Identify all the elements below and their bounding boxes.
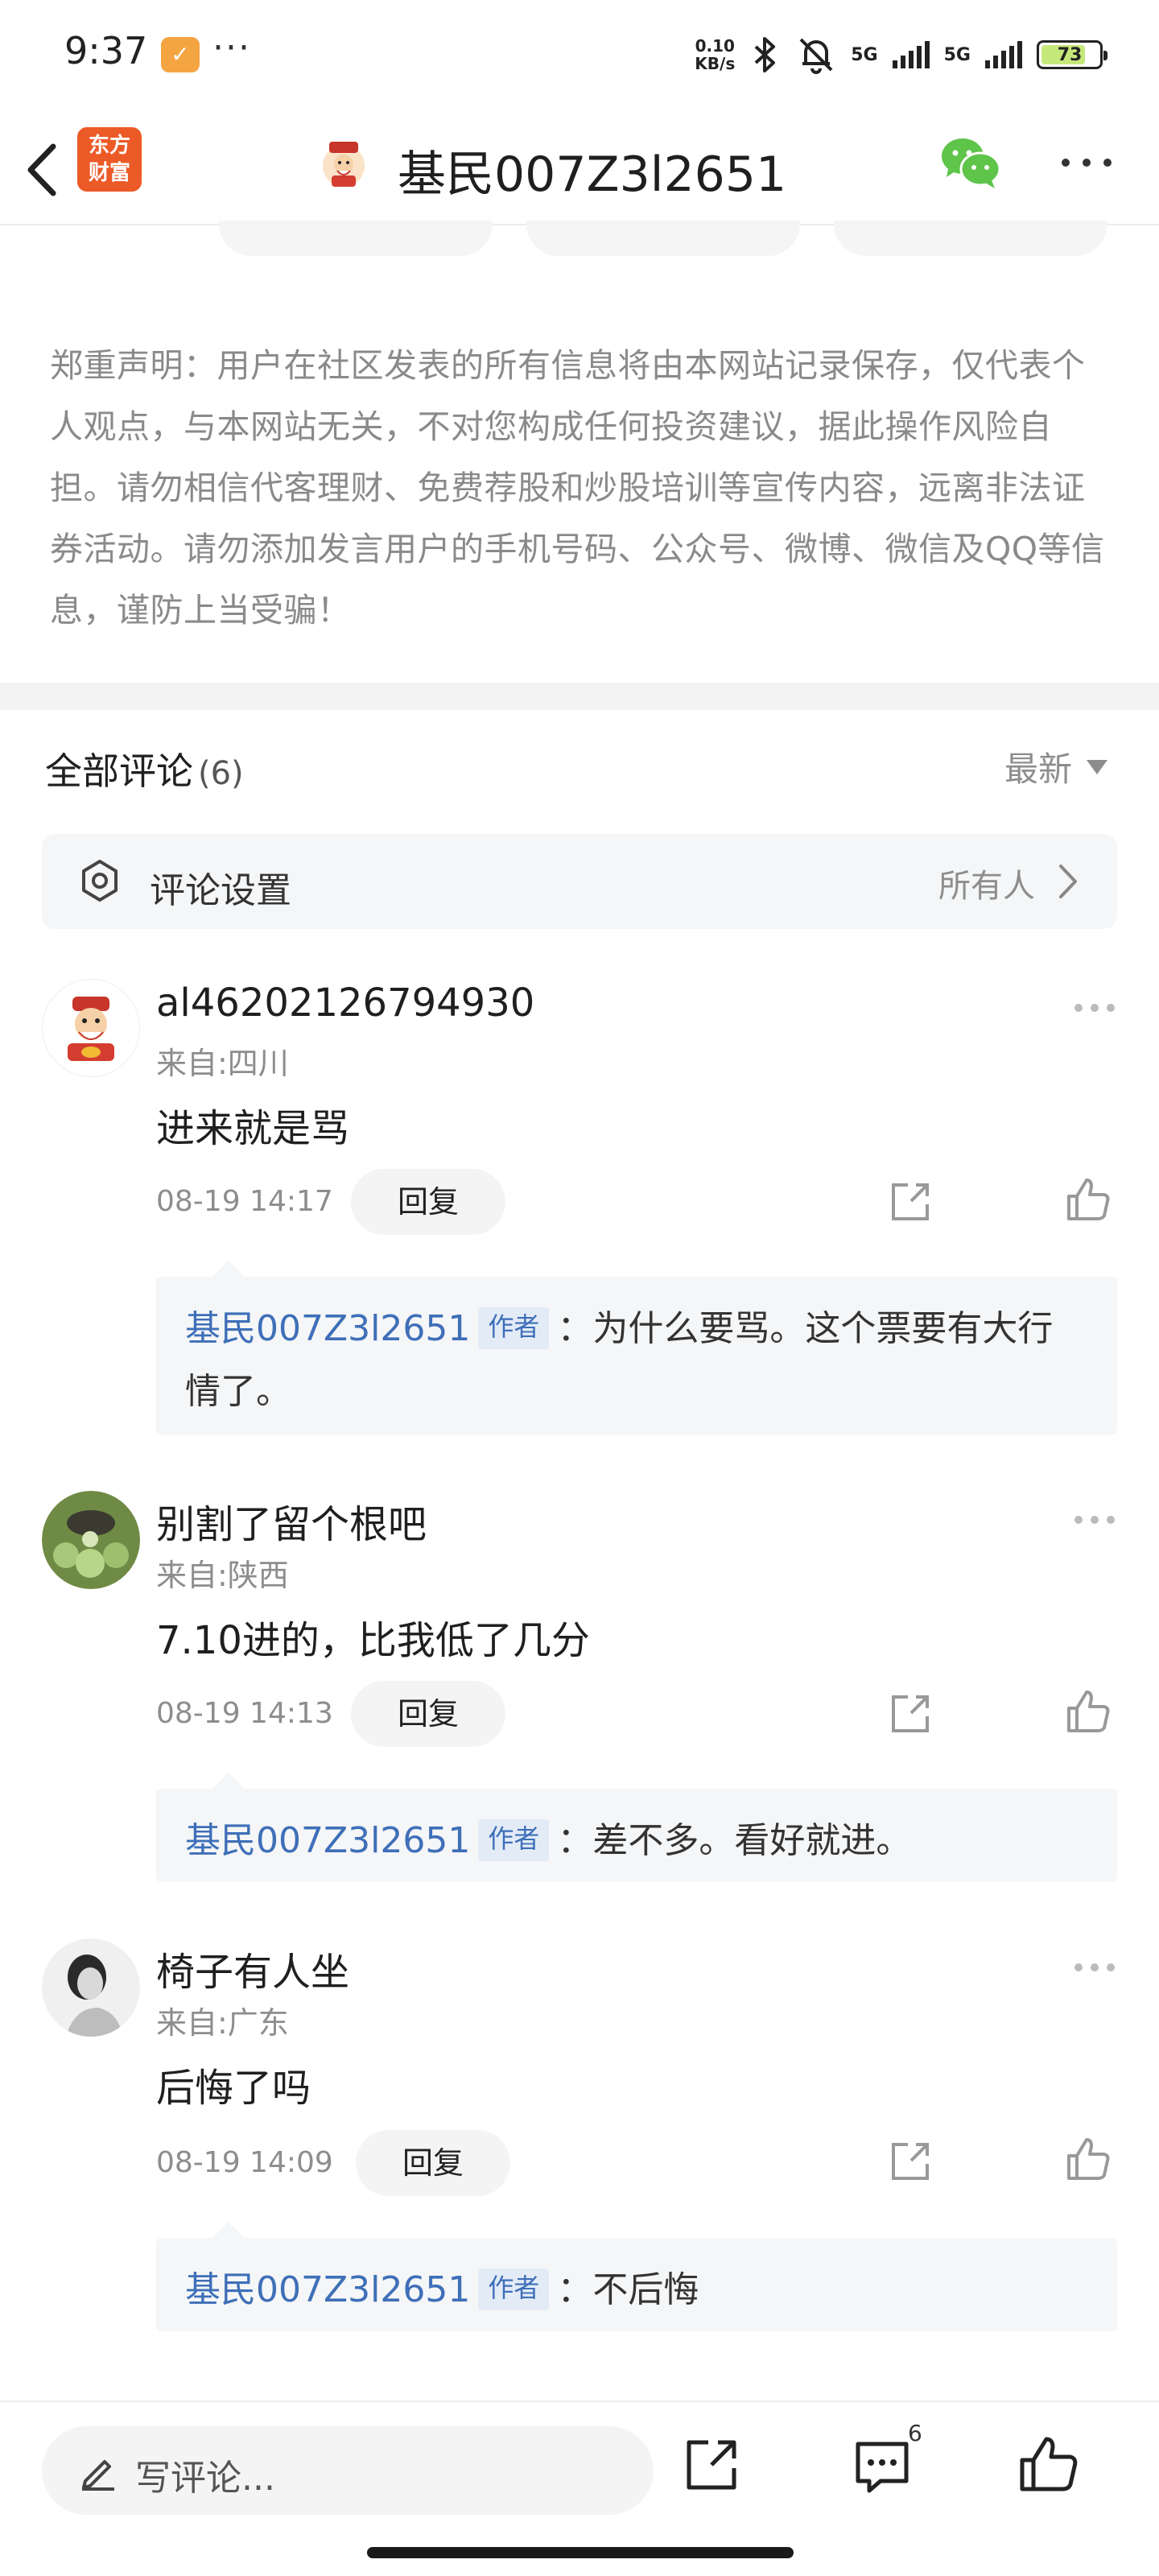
comment-timestamp: 08-19 14:13 [156,1697,333,1730]
comment-timestamp: 08-19 14:17 [156,1185,333,1218]
chevron-right-icon [1059,865,1077,898]
comment-text: 7.10进的，比我低了几分 [156,1618,590,1663]
comment-settings-bar[interactable]: 评论设置 所有人 [42,834,1117,929]
comment-text: 后悔了吗 [156,2066,311,2111]
comment-count-badge: 6 [908,2420,922,2446]
comment-location: 来自:广东 [156,2005,289,2041]
author-reply: 基民007Z3l2651 作者 ：为什么要骂。这个票要有大行情了。 [156,1261,1117,1435]
reply-text: ：不后悔 [557,2269,699,2310]
mute-bell-icon [799,38,833,74]
comments-count: (6) [198,755,244,792]
author-avatar-icon[interactable] [316,135,372,192]
action-pill-1[interactable] [219,221,493,256]
bluetooth-icon [754,37,776,72]
comment-timestamp: 08-19 14:09 [156,2146,333,2179]
comments-title: 全部评论 (6) [45,749,244,793]
reply-button[interactable]: 回复 [351,1169,505,1235]
action-pill-2[interactable] [526,221,800,256]
more-options-icon[interactable] [1056,145,1117,180]
comment-icon[interactable] [852,2436,913,2497]
share-icon[interactable] [887,1690,934,1737]
signal-bars-1-icon [892,41,930,68]
reply-button[interactable]: 回复 [351,1681,505,1747]
reply-text: ：差不多。看好就进。 [557,1820,912,1861]
reply-author[interactable]: 基民007Z3l2651 [185,2269,470,2310]
author-badge: 作者 [478,1819,550,1861]
signal-bars-2-icon [985,41,1022,68]
comment-settings-value: 所有人 [938,868,1035,905]
top-nav-bar: 东方 财富 基民007Z3l2651 [0,113,1159,225]
status-time: 9:37 [64,29,148,72]
comment-more-icon[interactable] [1072,1001,1117,1014]
pencil-icon [82,2460,114,2491]
battery-icon: 73 [1037,40,1107,69]
like-icon[interactable] [1062,1175,1112,1225]
reply-button[interactable]: 回复 [356,2130,510,2196]
user-avatar-icon[interactable] [42,1938,140,2037]
sort-dropdown[interactable]: 最新 [1004,742,1108,791]
comment-more-icon[interactable] [1072,1961,1117,1974]
author-reply: 基民007Z3l2651 作者 ：不后悔 [156,2222,1117,2331]
home-indicator[interactable] [367,2547,794,2558]
notification-app-icon: ✓ [161,37,200,72]
comment-username[interactable]: 别割了留个根吧 [156,1492,427,1549]
disclaimer-text: 郑重声明：用户在社区发表的所有信息将由本网站记录保存，仅代表个人观点，与本网站无… [50,346,1105,630]
signal-label-2: 5G [943,44,971,65]
network-speed: 0.10 KB/s [695,36,736,73]
back-icon[interactable] [18,134,74,206]
reply-author[interactable]: 基民007Z3l2651 [185,1820,470,1861]
author-reply: 基民007Z3l2651 作者 ：差不多。看好就进。 [156,1773,1117,1882]
comment-settings-label: 评论设置 [150,870,291,911]
like-icon[interactable] [1062,2135,1112,2185]
write-comment-placeholder: 写评论... [135,2458,275,2499]
signal-label-1: 5G [851,44,878,65]
reply-author[interactable]: 基民007Z3l2651 [185,1308,470,1349]
author-badge: 作者 [478,1307,550,1349]
gear-icon [82,860,118,902]
caret-down-icon [1087,759,1108,774]
page-title: 基民007Z3l2651 [398,147,787,203]
author-badge: 作者 [478,2268,550,2310]
like-icon[interactable] [1062,1687,1112,1737]
share-icon[interactable] [887,2138,934,2185]
like-icon[interactable] [1016,2433,1080,2497]
comment-location: 来自:四川 [156,1046,289,1081]
comment-more-icon[interactable] [1072,1513,1117,1526]
status-indicators: 0.10 KB/s 5G 5G 73 [695,32,1107,77]
section-divider [0,683,1159,710]
comment-username[interactable]: 椅子有人坐 [156,1940,349,1996]
comment-text: 进来就是骂 [156,1106,350,1151]
comment-location: 来自:陕西 [156,1558,289,1593]
user-avatar-icon[interactable] [42,979,140,1077]
share-icon[interactable] [681,2434,742,2496]
write-comment-input[interactable]: 写评论... [42,2426,654,2515]
bottom-action-bar: 写评论... 6 [0,2401,1159,2576]
wechat-icon[interactable] [938,134,1003,192]
user-avatar-icon[interactable] [42,1491,140,1589]
action-pill-3[interactable] [834,221,1107,256]
comment-username[interactable]: al46202126794930 [156,980,534,1026]
brand-logo[interactable]: 东方 财富 [77,127,142,192]
share-icon[interactable] [887,1179,934,1225]
status-more-icon: ··· [212,27,251,68]
